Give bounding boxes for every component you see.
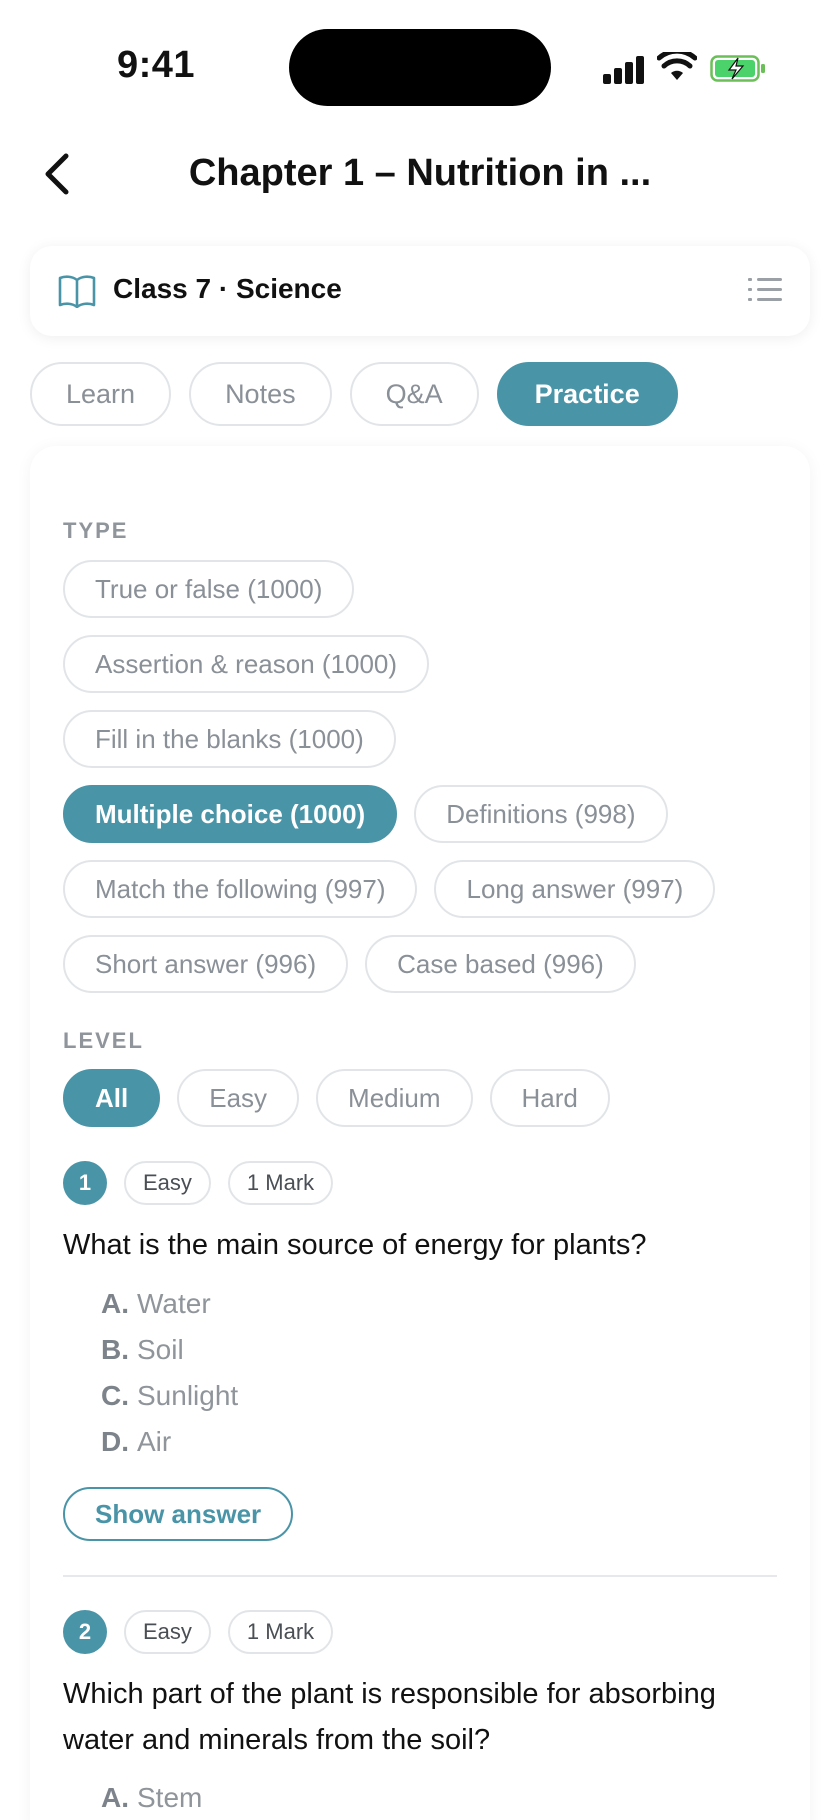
option-text: Sunlight [137,1380,239,1411]
status-time: 9:41 [117,44,196,86]
question-text: Which part of the plant is responsible f… [63,1678,716,1756]
level-badge: Easy [124,1161,211,1205]
option-text: Soil [137,1334,184,1365]
question-divider [63,1575,777,1577]
question-number: 2 [63,1610,107,1654]
question-meta: 2 Easy 1 Mark [63,1610,334,1654]
type-chip-row: True or false (1000) [63,560,355,618]
battery-charging-icon [710,55,765,82]
dynamic-island [289,29,551,106]
type-chip-fill-blanks[interactable]: Fill in the blanks (1000) [63,710,396,768]
type-chip-row: Fill in the blanks (1000) [63,710,396,768]
option-d: D. Air [101,1426,171,1458]
type-section-label: TYPE [63,518,129,543]
type-chip-row: Multiple choice (1000) Definitions (998) [63,785,668,843]
book-icon [58,275,96,308]
level-section-label: LEVEL [63,1028,144,1053]
back-button[interactable] [30,146,84,202]
tab-qa[interactable]: Q&A [349,362,479,426]
wifi-icon [657,52,697,80]
type-chip-assertion-reason[interactable]: Assertion & reason (1000) [63,635,430,693]
question-text: What is the main source of energy for pl… [63,1229,647,1261]
type-chip-row: Short answer (996) Case based (996) [63,935,636,993]
type-chip-long-answer[interactable]: Long answer (997) [434,860,716,918]
option-text: Water [137,1288,211,1319]
type-chip-short-answer[interactable]: Short answer (996) [63,935,349,993]
status-bar: 9:41 [0,0,840,120]
page-title: Chapter 1 – Nutrition in ... [188,152,652,194]
option-text: Stem [137,1782,203,1813]
level-chip-all[interactable]: All [63,1069,161,1127]
type-chip-case-based[interactable]: Case based (996) [365,935,636,993]
option-a: A. Stem [101,1782,202,1814]
question-number: 1 [63,1161,107,1205]
level-chip-row: All Easy Medium Hard [63,1069,610,1127]
marks-badge: 1 Mark [227,1610,334,1654]
subject-card: Class 7 · Science [30,246,810,336]
option-b: B. Soil [101,1334,184,1366]
option-letter: C. [101,1380,129,1411]
question-meta: 1 Easy 1 Mark [63,1161,334,1205]
level-chip-hard[interactable]: Hard [489,1069,610,1127]
option-a: A. Water [101,1288,211,1320]
tab-practice[interactable]: Practice [496,362,678,426]
level-chip-easy[interactable]: Easy [177,1069,300,1127]
signal-icon [603,54,645,84]
header: Chapter 1 – Nutrition in ... [0,140,840,210]
type-chip-row: Assertion & reason (1000) [63,635,430,693]
option-letter: D. [101,1426,129,1457]
level-badge: Easy [124,1610,211,1654]
type-chip-multiple-choice[interactable]: Multiple choice (1000) [63,785,398,843]
tab-learn[interactable]: Learn [30,362,172,426]
type-chip-row: Match the following (997) Long answer (9… [63,860,716,918]
show-answer-button[interactable]: Show answer [63,1487,294,1541]
option-letter: A. [101,1288,129,1319]
option-text: Air [137,1426,172,1457]
option-letter: B. [101,1334,129,1365]
marks-badge: 1 Mark [227,1161,334,1205]
option-c: C. Sunlight [101,1380,238,1412]
list-icon[interactable] [748,276,782,304]
tab-bar: Learn Notes Q&A Practice [30,362,678,428]
chevron-left-icon [45,153,69,195]
type-chip-true-false[interactable]: True or false (1000) [63,560,355,618]
option-letter: A. [101,1782,129,1813]
level-chip-medium[interactable]: Medium [316,1069,473,1127]
subject-label: Class 7 · Science [113,273,342,304]
type-chip-definitions[interactable]: Definitions (998) [414,785,668,843]
tab-notes[interactable]: Notes [189,362,332,426]
type-chip-match-following[interactable]: Match the following (997) [63,860,418,918]
